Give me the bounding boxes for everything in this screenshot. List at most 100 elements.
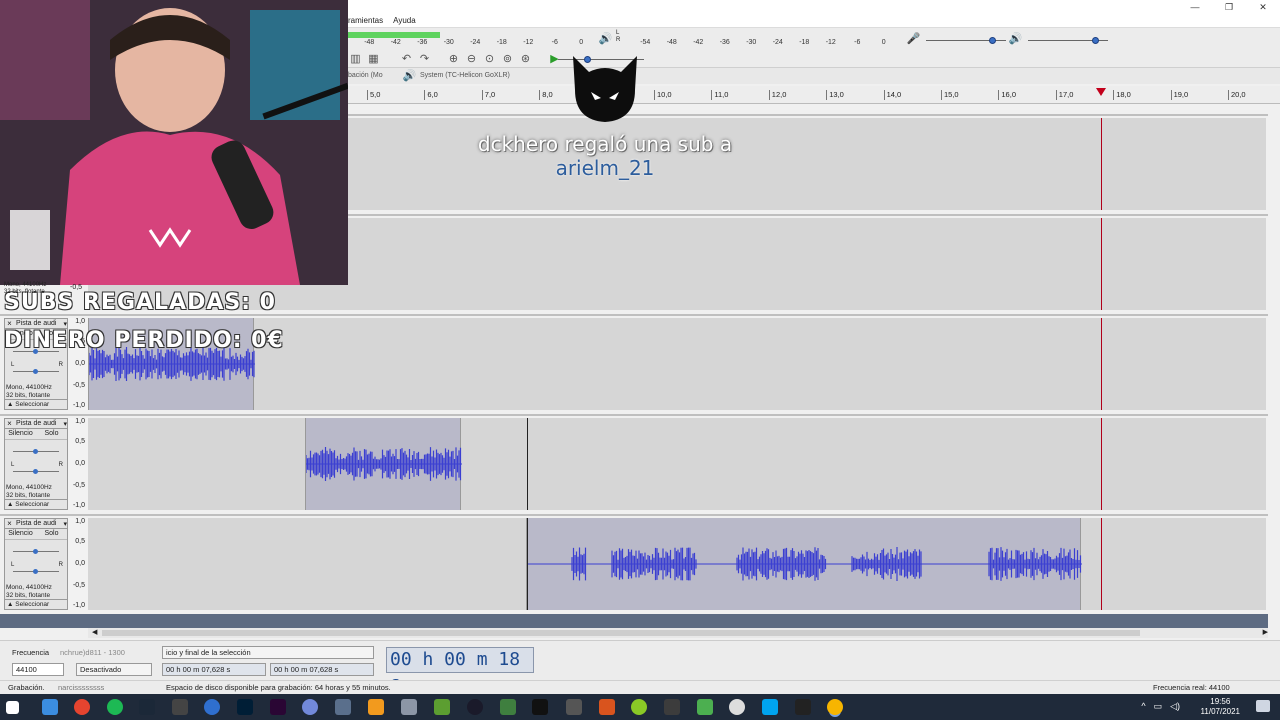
track-waveform-area[interactable]	[88, 518, 1266, 610]
select-track-button[interactable]: ▲ Seleccionar	[5, 599, 67, 609]
discord-icon[interactable]	[302, 699, 318, 715]
scrollbar-thumb[interactable]	[102, 630, 1140, 636]
trim-icon[interactable]: ▥	[348, 51, 363, 66]
selection-mode-select[interactable]: icio y final de la selección	[162, 646, 374, 659]
app-icon-8[interactable]	[697, 699, 713, 715]
speaker-icon[interactable]: 🔊	[598, 31, 613, 46]
app-icon-5[interactable]	[599, 699, 615, 715]
track-name-menu[interactable]: Pista de audi	[14, 520, 63, 527]
disk-space-status: Espacio de disco disponible para grabaci…	[166, 683, 391, 692]
cat-app-icon[interactable]	[532, 699, 548, 715]
mute-button[interactable]: Silencio	[5, 529, 36, 539]
pan-left-label: L	[11, 462, 15, 468]
taskbar-clock[interactable]: 19:56 11/07/2021	[1201, 697, 1240, 717]
microphone-icon[interactable]: 🎤	[906, 31, 921, 46]
pan-knob[interactable]	[33, 369, 38, 374]
tray-chevron-icon[interactable]: ^	[1141, 701, 1145, 712]
snap-to-select[interactable]: Desactivado	[76, 663, 152, 676]
track-rate: Mono, 44100Hz	[6, 384, 52, 391]
playback-meter[interactable]: -54 -48 -42 -36 -30 -24 -18 -12 -6 0	[626, 32, 896, 46]
menu-item-help[interactable]: Ayuda	[393, 16, 416, 25]
scale-label: 0,5	[75, 438, 85, 445]
track-menu-chevron-icon[interactable]: ▾	[63, 420, 67, 428]
notifications-icon[interactable]	[1256, 700, 1270, 712]
network-icon[interactable]: ▭	[1154, 701, 1163, 712]
app-icon-6[interactable]	[631, 699, 647, 715]
record-meter[interactable]: -48 -42 -36 -30 -24 -18 -12 -6 0	[348, 32, 590, 46]
solo-button[interactable]: Solo	[36, 429, 67, 439]
minimize-button[interactable]: —	[1178, 0, 1212, 14]
minecraft-icon[interactable]	[434, 699, 450, 715]
chrome-icon[interactable]	[74, 699, 90, 715]
record-volume-knob[interactable]	[989, 37, 997, 44]
app-icon-2[interactable]	[401, 699, 417, 715]
meter-tick-label: -36	[719, 39, 730, 46]
app-icon-9[interactable]	[729, 699, 745, 715]
playhead-marker[interactable]	[1095, 88, 1106, 96]
undo-icon[interactable]: ↶	[399, 51, 414, 66]
battlenet-icon[interactable]	[204, 699, 220, 715]
ruler-tick-label: 13,0	[826, 90, 844, 100]
webcam-overlay	[0, 0, 348, 285]
maximize-button[interactable]: ❐	[1212, 0, 1246, 14]
obs-icon[interactable]	[172, 699, 188, 715]
app-icon-4[interactable]	[566, 699, 582, 715]
meter-tick-label: 0	[579, 39, 584, 46]
app-icon-7[interactable]	[664, 699, 680, 715]
audio-clip[interactable]	[526, 518, 1082, 610]
scroll-left-icon[interactable]: ◀	[92, 628, 97, 636]
track-close-icon[interactable]: ×	[5, 319, 14, 328]
track-waveform-area[interactable]	[88, 418, 1266, 510]
track-close-icon[interactable]: ×	[5, 519, 14, 528]
media-icon[interactable]	[467, 699, 483, 715]
track-menu-chevron-icon[interactable]: ▾	[63, 520, 67, 528]
app-icon-10[interactable]	[762, 699, 778, 715]
start-icon[interactable]	[6, 701, 19, 714]
terminal-icon[interactable]	[795, 699, 811, 715]
pan-knob[interactable]	[33, 569, 38, 574]
project-rate-select[interactable]: 44100	[12, 663, 64, 676]
playhead-line	[1100, 518, 1102, 610]
audio-clip[interactable]	[305, 418, 462, 510]
playback-volume-knob[interactable]	[1092, 37, 1099, 44]
selection-start-field[interactable]: 00 h 00 m 07,628 s	[162, 663, 266, 676]
scroll-right-icon[interactable]: ▶	[1263, 628, 1268, 636]
track-name-menu[interactable]: Pista de audi	[14, 420, 63, 427]
playback-volume-icon[interactable]: 🔊	[1008, 31, 1023, 46]
app-icon-3[interactable]	[500, 699, 516, 715]
horizontal-scrollbar[interactable]: ◀ ▶	[88, 628, 1268, 638]
track-name-bar: × Pista de audi ▾	[5, 519, 67, 529]
track-format-info: Mono, 44100Hz 32 bits, flotante	[6, 584, 52, 600]
search-app-icon[interactable]	[368, 699, 384, 715]
app-icon-1[interactable]	[335, 699, 351, 715]
redo-icon[interactable]: ↷	[417, 51, 432, 66]
scale-label: -0,5	[72, 482, 85, 489]
track-name-menu[interactable]: Pista de audi	[14, 320, 63, 327]
system-tray: ^ ▭ ◁)	[1141, 701, 1180, 712]
solo-button[interactable]: Solo	[36, 529, 67, 539]
track-close-icon[interactable]: ×	[5, 419, 14, 428]
photoshop-icon[interactable]	[237, 699, 253, 715]
track-menu-chevron-icon[interactable]: ▾	[63, 320, 67, 328]
close-window-button[interactable]: ✕	[1246, 0, 1280, 14]
spotify-icon[interactable]	[107, 699, 123, 715]
pan-knob[interactable]	[33, 469, 38, 474]
mute-button[interactable]: Silencio	[5, 429, 36, 439]
silence-icon[interactable]: ▦	[366, 51, 381, 66]
menu-item-tools[interactable]: ramientas	[348, 16, 383, 25]
audacity-icon[interactable]	[827, 699, 843, 715]
gain-knob[interactable]	[33, 449, 38, 454]
premiere-icon[interactable]	[270, 699, 286, 715]
pan-right-label: R	[58, 562, 63, 568]
volume-icon[interactable]: ◁)	[1170, 701, 1180, 712]
selection-end-field[interactable]: 00 h 00 m 07,628 s	[270, 663, 374, 676]
audio-position-display[interactable]: 00 h 00 m 18 s	[386, 647, 534, 694]
gain-knob[interactable]	[33, 549, 38, 554]
select-track-button[interactable]: ▲ Seleccionar	[5, 499, 67, 509]
steam-icon[interactable]	[139, 699, 155, 715]
audio-host-select[interactable]: bación (Mo	[348, 72, 383, 79]
track-format-info: Mono, 44100Hz 32 bits, flotante	[6, 484, 52, 500]
selection-mode-value: icio y final de la selección	[166, 648, 251, 657]
select-track-button[interactable]: ▲ Seleccionar	[5, 399, 67, 409]
explorer-icon[interactable]	[42, 699, 58, 715]
